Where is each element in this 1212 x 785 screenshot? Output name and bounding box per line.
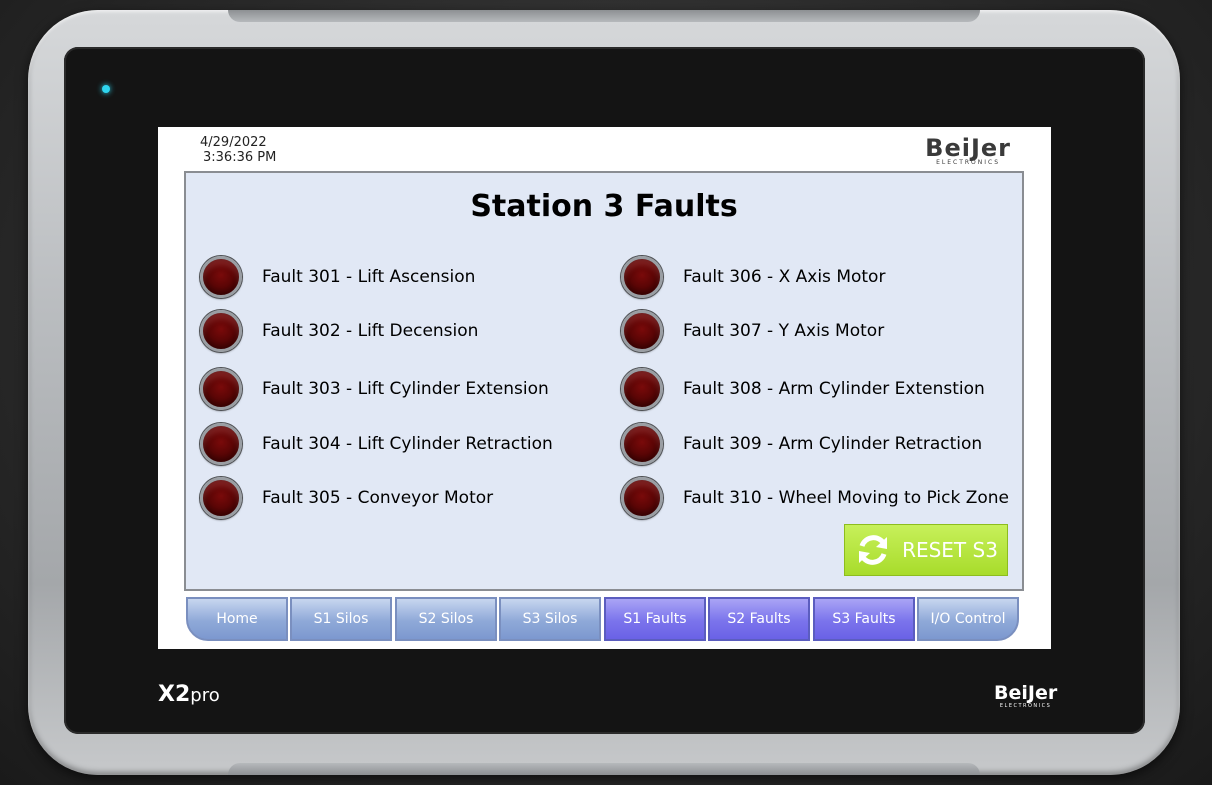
fault-lamp-icon: [621, 368, 663, 410]
bezel-top-edge: [228, 10, 980, 22]
faults-panel: Station 3 Faults Fault 301 - Lift Ascens…: [184, 171, 1024, 591]
device-brand-sub: ELECTRONICS: [999, 703, 1052, 709]
fault-row-310: Fault 310 - Wheel Moving to Pick Zone: [621, 476, 1009, 520]
time-text: 3:36:36 PM: [203, 150, 277, 165]
model-light: pro: [190, 685, 220, 706]
fault-label: Fault 302 - Lift Decension: [262, 321, 479, 341]
fault-lamp-icon: [200, 256, 242, 298]
device-brand-logo: BeiJer ELECTRONICS: [994, 683, 1057, 709]
device-brand-name: BeiJer: [994, 682, 1058, 704]
model-badge: X2pro: [158, 682, 220, 707]
nav-home-button[interactable]: Home: [186, 597, 288, 641]
bottom-nav: Home S1 Silos S2 Silos S3 Silos S1 Fault…: [186, 597, 1020, 641]
fault-row-303: Fault 303 - Lift Cylinder Extension: [200, 367, 549, 411]
fault-lamp-icon: [200, 310, 242, 352]
bezel-bottom-edge: [228, 763, 980, 775]
nav-s3-silos-button[interactable]: S3 Silos: [499, 597, 601, 641]
page-title: Station 3 Faults: [470, 189, 738, 224]
fault-row-306: Fault 306 - X Axis Motor: [621, 255, 885, 299]
fault-lamp-icon: [621, 423, 663, 465]
fault-row-308: Fault 308 - Arm Cylinder Extenstion: [621, 367, 985, 411]
fault-row-305: Fault 305 - Conveyor Motor: [200, 476, 493, 520]
fault-label: Fault 301 - Lift Ascension: [262, 267, 476, 287]
hmi-screen: 4/29/2022 3:36:36 PM BeiJer ELECTRONICS …: [158, 127, 1051, 649]
nav-s3-faults-button[interactable]: S3 Faults: [813, 597, 915, 641]
fault-row-301: Fault 301 - Lift Ascension: [200, 255, 475, 299]
nav-s2-silos-button[interactable]: S2 Silos: [395, 597, 497, 641]
fault-lamp-icon: [200, 477, 242, 519]
fault-label: Fault 303 - Lift Cylinder Extension: [262, 379, 549, 399]
fault-row-302: Fault 302 - Lift Decension: [200, 309, 478, 353]
nav-s2-faults-button[interactable]: S2 Faults: [708, 597, 810, 641]
fault-lamp-icon: [621, 310, 663, 352]
fault-lamp-icon: [621, 256, 663, 298]
logo-name: BeiJer: [925, 134, 1011, 162]
reset-s3-button[interactable]: RESET S3: [844, 524, 1008, 576]
fault-row-307: Fault 307 - Y Axis Motor: [621, 309, 884, 353]
date-text: 4/29/2022: [200, 135, 267, 150]
datetime: 4/29/2022 3:36:36 PM: [200, 135, 276, 165]
fault-lamp-icon: [200, 423, 242, 465]
status-led: [102, 85, 110, 93]
nav-s1-silos-button[interactable]: S1 Silos: [290, 597, 392, 641]
nav-s1-faults-button[interactable]: S1 Faults: [604, 597, 706, 641]
fault-label: Fault 307 - Y Axis Motor: [683, 321, 885, 341]
beijer-logo: BeiJer ELECTRONICS: [925, 135, 1011, 166]
fault-lamp-icon: [200, 368, 242, 410]
refresh-icon: [859, 535, 888, 565]
fault-label: Fault 304 - Lift Cylinder Retraction: [262, 434, 553, 454]
fault-label: Fault 309 - Arm Cylinder Retraction: [683, 434, 983, 454]
model-bold: X2: [158, 682, 191, 707]
fault-row-304: Fault 304 - Lift Cylinder Retraction: [200, 422, 553, 466]
nav-io-control-button[interactable]: I/O Control: [917, 597, 1019, 641]
fault-label: Fault 306 - X Axis Motor: [683, 267, 886, 287]
reset-label: RESET S3: [902, 538, 998, 562]
logo-sub: ELECTRONICS: [936, 159, 1001, 166]
fault-lamp-icon: [621, 477, 663, 519]
fault-label: Fault 305 - Conveyor Motor: [262, 488, 494, 508]
fault-label: Fault 310 - Wheel Moving to Pick Zone: [683, 488, 1009, 508]
fault-label: Fault 308 - Arm Cylinder Extenstion: [683, 379, 985, 399]
fault-row-309: Fault 309 - Arm Cylinder Retraction: [621, 422, 982, 466]
